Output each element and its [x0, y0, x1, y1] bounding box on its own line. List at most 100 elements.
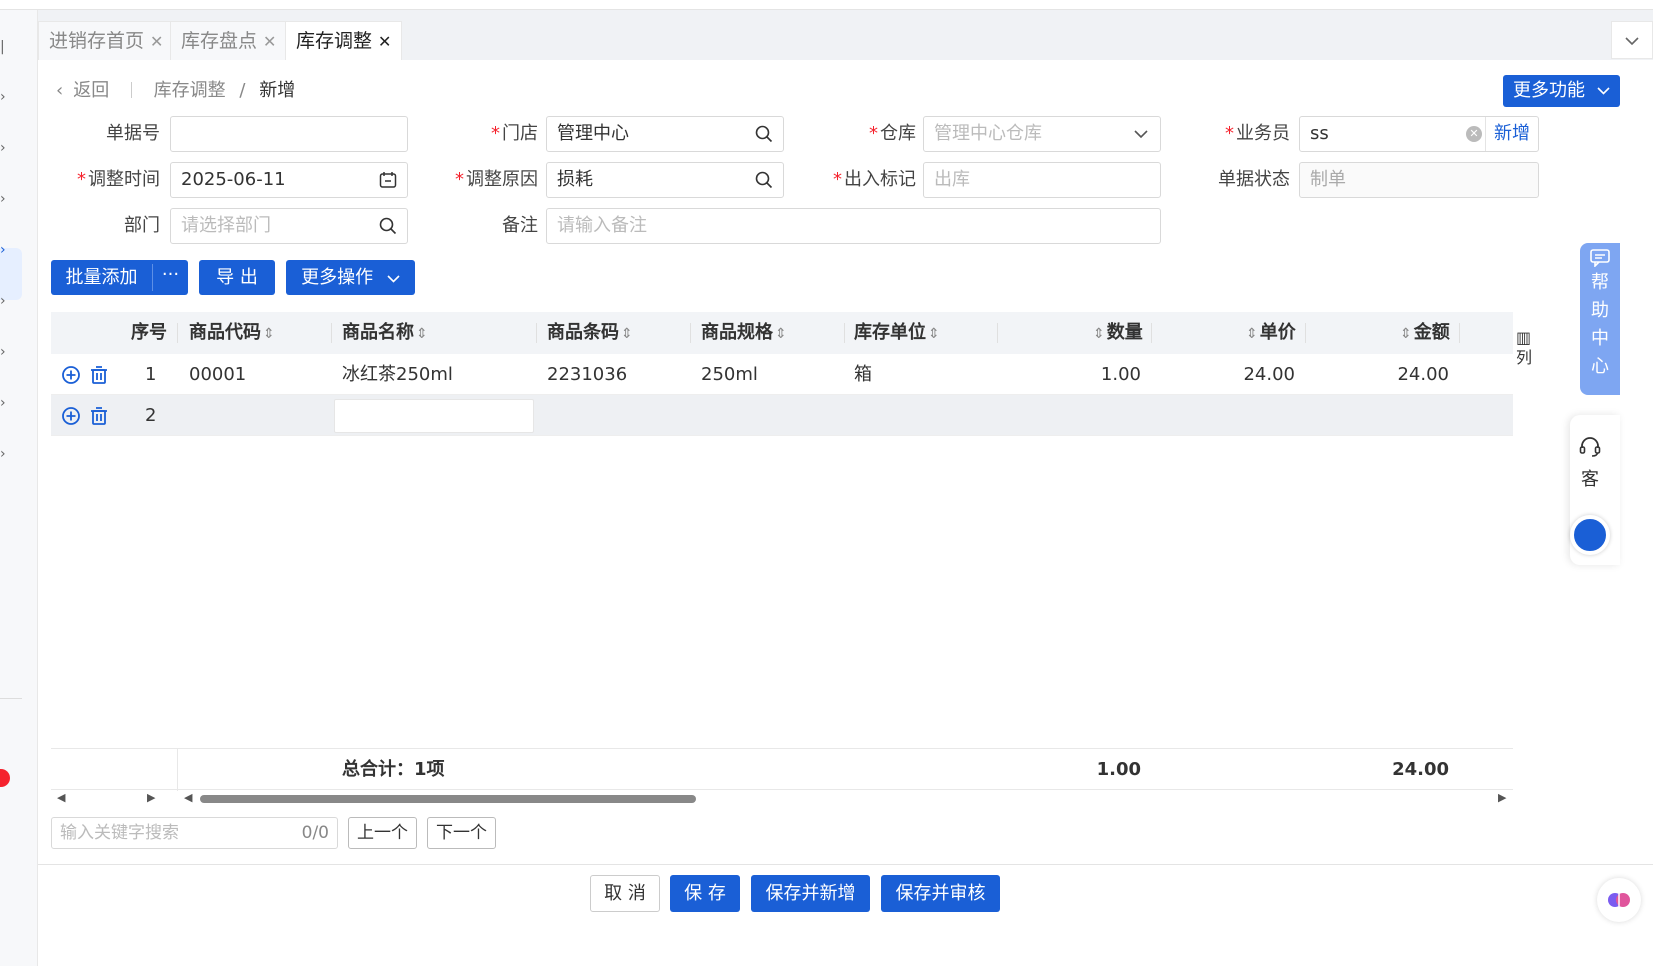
table-row[interactable]: 2 — [51, 395, 1513, 436]
sort-icon[interactable]: ⇕ — [621, 326, 633, 342]
export-button[interactable]: 导 出 — [199, 260, 275, 295]
search-icon[interactable] — [753, 117, 775, 151]
sort-icon[interactable]: ⇕ — [1093, 326, 1105, 342]
scroll-right-icon[interactable]: ▶ — [147, 790, 155, 806]
chevron-down-icon — [1597, 75, 1610, 107]
notification-dot[interactable] — [0, 769, 10, 787]
cancel-button[interactable]: 取 消 — [590, 875, 660, 912]
sort-icon[interactable]: ⇕ — [1400, 326, 1412, 342]
customer-service-panel[interactable]: 客 — [1570, 415, 1620, 565]
tab-home[interactable]: 进销存首页 ✕ — [38, 21, 175, 60]
cell-amount[interactable]: 24.00 — [1319, 354, 1449, 395]
remark-input[interactable]: 请输入备注 — [546, 208, 1161, 244]
help-center-button[interactable]: 帮 助 中 心 — [1580, 243, 1620, 395]
save-and-audit-button[interactable]: 保存并审核 — [881, 875, 1000, 912]
sort-icon[interactable]: ⇕ — [1246, 326, 1258, 342]
sort-icon[interactable]: ⇕ — [775, 326, 787, 342]
warehouse-select[interactable]: 管理中心仓库 — [923, 116, 1161, 152]
product-name-edit-input[interactable] — [334, 399, 534, 433]
close-icon[interactable]: ✕ — [378, 32, 391, 51]
batch-add-button[interactable]: 批量添加 — [51, 260, 152, 295]
store-input[interactable]: 管理中心 — [546, 116, 784, 152]
adjust-reason-input[interactable]: 损耗 — [546, 162, 784, 198]
horizontal-scrollbar[interactable]: ◀ ▶ — [182, 790, 1512, 806]
tabs-dropdown-button[interactable] — [1611, 21, 1653, 59]
col-header-code[interactable]: 商品代码 ⇕ — [189, 312, 277, 354]
chat-bubble-icon[interactable] — [1570, 515, 1610, 555]
cell-name[interactable]: 冰红茶250ml — [342, 354, 453, 395]
salesperson-input[interactable]: ss ✕ 新增 — [1299, 116, 1539, 152]
search-icon[interactable] — [753, 163, 775, 197]
chevron-right-icon[interactable]: › — [0, 447, 10, 461]
sort-icon[interactable]: ⇕ — [416, 326, 428, 342]
col-header-seq: 序号 — [131, 322, 167, 343]
batch-add-split-button: 批量添加 ··· — [51, 260, 188, 295]
remark-label: 备注 — [502, 215, 538, 236]
cell-spec[interactable]: 250ml — [701, 354, 758, 395]
io-flag-input[interactable]: 出库 — [923, 162, 1161, 198]
add-row-icon[interactable] — [61, 406, 81, 426]
scrollbar-thumb[interactable] — [200, 795, 696, 803]
chevron-right-icon[interactable]: › — [0, 243, 10, 257]
chevron-right-icon[interactable]: › — [0, 192, 10, 206]
col-header-spec[interactable]: 商品规格 ⇕ — [701, 312, 789, 354]
prev-match-button[interactable]: 上一个 — [348, 817, 417, 849]
col-header-price[interactable]: ⇕ 单价 — [1244, 312, 1296, 354]
add-salesperson-button[interactable]: 新增 — [1485, 117, 1538, 151]
cell-unit[interactable]: 箱 — [854, 354, 872, 395]
frozen-horizontal-scrollbar[interactable]: ◀ ▶ — [51, 790, 161, 806]
cell-seq: 1 — [145, 364, 157, 385]
cell-price[interactable]: 24.00 — [1165, 354, 1295, 395]
delete-row-icon[interactable] — [89, 365, 109, 385]
save-button[interactable]: 保 存 — [670, 875, 740, 912]
tab-inventory-adjust[interactable]: 库存调整 ✕ — [285, 21, 403, 60]
more-functions-button[interactable]: 更多功能 — [1503, 75, 1620, 107]
total-qty: 1.00 — [1096, 759, 1141, 780]
department-input[interactable]: 请选择部门 — [170, 208, 408, 244]
col-header-barcode[interactable]: 商品条码 ⇕ — [547, 312, 635, 354]
chevron-right-icon[interactable]: › — [0, 345, 10, 359]
cell-code[interactable]: 00001 — [189, 354, 246, 395]
adjust-time-input[interactable]: 2025-06-11 — [170, 162, 408, 198]
keyword-search-input[interactable]: 输入关键字搜索 0/0 — [51, 817, 338, 849]
col-header-unit[interactable]: 库存单位 ⇕ — [854, 312, 942, 354]
cell-qty[interactable]: 1.00 — [1011, 354, 1141, 395]
ai-assistant-button[interactable] — [1597, 878, 1641, 922]
doc-no-input[interactable] — [170, 116, 408, 152]
chevron-right-icon[interactable]: › — [0, 141, 10, 155]
col-header-amount[interactable]: ⇕ 金额 — [1398, 312, 1450, 354]
scroll-right-icon[interactable]: ▶ — [1498, 790, 1506, 806]
sort-icon[interactable]: ⇕ — [928, 326, 940, 342]
chevron-right-icon[interactable]: › — [0, 294, 10, 308]
breadcrumb-parent[interactable]: 库存调整 — [154, 80, 226, 101]
calendar-icon[interactable] — [377, 163, 399, 197]
customer-service-label: 客 — [1581, 469, 1599, 490]
search-icon[interactable] — [377, 209, 399, 243]
chevron-right-icon[interactable]: › — [0, 90, 10, 104]
breadcrumb-separator: / — [239, 80, 246, 101]
warehouse-label: * 仓库 — [869, 123, 916, 144]
tab-inventory-count[interactable]: 库存盘点 ✕ — [170, 21, 288, 60]
sort-icon[interactable]: ⇕ — [263, 326, 275, 342]
delete-row-icon[interactable] — [89, 406, 109, 426]
save-and-new-button[interactable]: 保存并新增 — [751, 875, 870, 912]
col-header-name[interactable]: 商品名称 ⇕ — [342, 312, 430, 354]
top-bar — [0, 0, 1653, 10]
batch-add-more-button[interactable]: ··· — [153, 260, 188, 295]
add-row-icon[interactable] — [61, 365, 81, 385]
next-match-button[interactable]: 下一个 — [427, 817, 496, 849]
close-icon[interactable]: ✕ — [150, 32, 163, 51]
back-link[interactable]: ‹ 返回 — [56, 80, 109, 101]
clear-icon[interactable]: ✕ — [1466, 126, 1482, 142]
col-header-qty[interactable]: ⇕ 数量 — [1091, 312, 1143, 354]
adjust-reason-label: * 调整原因 — [455, 169, 538, 190]
scroll-left-icon[interactable]: ◀ — [57, 790, 65, 806]
scroll-left-icon[interactable]: ◀ — [184, 790, 192, 806]
chevron-right-icon[interactable]: › — [0, 396, 10, 410]
more-operations-button[interactable]: 更多操作 — [286, 260, 415, 295]
cell-barcode[interactable]: 2231036 — [547, 354, 627, 395]
column-settings-button[interactable]: ▥ 列 — [1516, 328, 1538, 368]
main-panel: ‹ 返回 库存调整 / 新增 更多功能 单据号 * 门店 管理中心 * 仓库 管理中心… — [38, 60, 1653, 966]
close-icon[interactable]: ✕ — [263, 32, 276, 51]
table-row[interactable]: 1 00001 冰红茶250ml 2231036 250ml 箱 1.00 24… — [51, 354, 1513, 395]
